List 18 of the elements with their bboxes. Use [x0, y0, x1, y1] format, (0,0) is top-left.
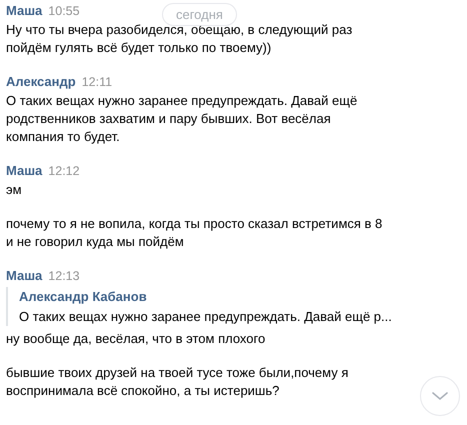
author-name[interactable]: Александр — [6, 74, 76, 89]
author-name[interactable]: Маша — [6, 163, 42, 178]
quoted-text: О таких вещах нужно заранее предупреждать. Давай ещё р... — [19, 308, 392, 326]
author-name[interactable]: Маша — [6, 268, 42, 283]
date-pill: сегодня — [162, 3, 237, 26]
message-text: ну вообще да, весёлая, что в этом плохого — [6, 331, 266, 346]
message-time: 12:13 — [48, 269, 80, 283]
scroll-down-button[interactable] — [420, 376, 460, 416]
message-text: эм — [6, 182, 22, 197]
message-time: 12:11 — [82, 75, 112, 89]
message-text: бывшие твоих друзей на твоей тусе тоже были,почему я воспринимала всё спокойно, а ты истеришь? — [6, 365, 348, 398]
chevron-down-icon — [432, 392, 448, 400]
author-name[interactable]: Маша — [6, 3, 42, 18]
quoted-author: Александр Кабанов — [19, 288, 147, 306]
message-time: 10:55 — [48, 4, 80, 18]
message-text: О таких вещах нужно заранее предупреждать. Давай ещё родственников захватим и пару бывших. Вот весёлая компания то будет. — [6, 93, 358, 144]
message-text: почему то я не вопила, когда ты просто сказал встретимся в 8 и не говорил куда мы пойдём — [6, 216, 382, 249]
message-time: 12:12 — [48, 164, 80, 178]
